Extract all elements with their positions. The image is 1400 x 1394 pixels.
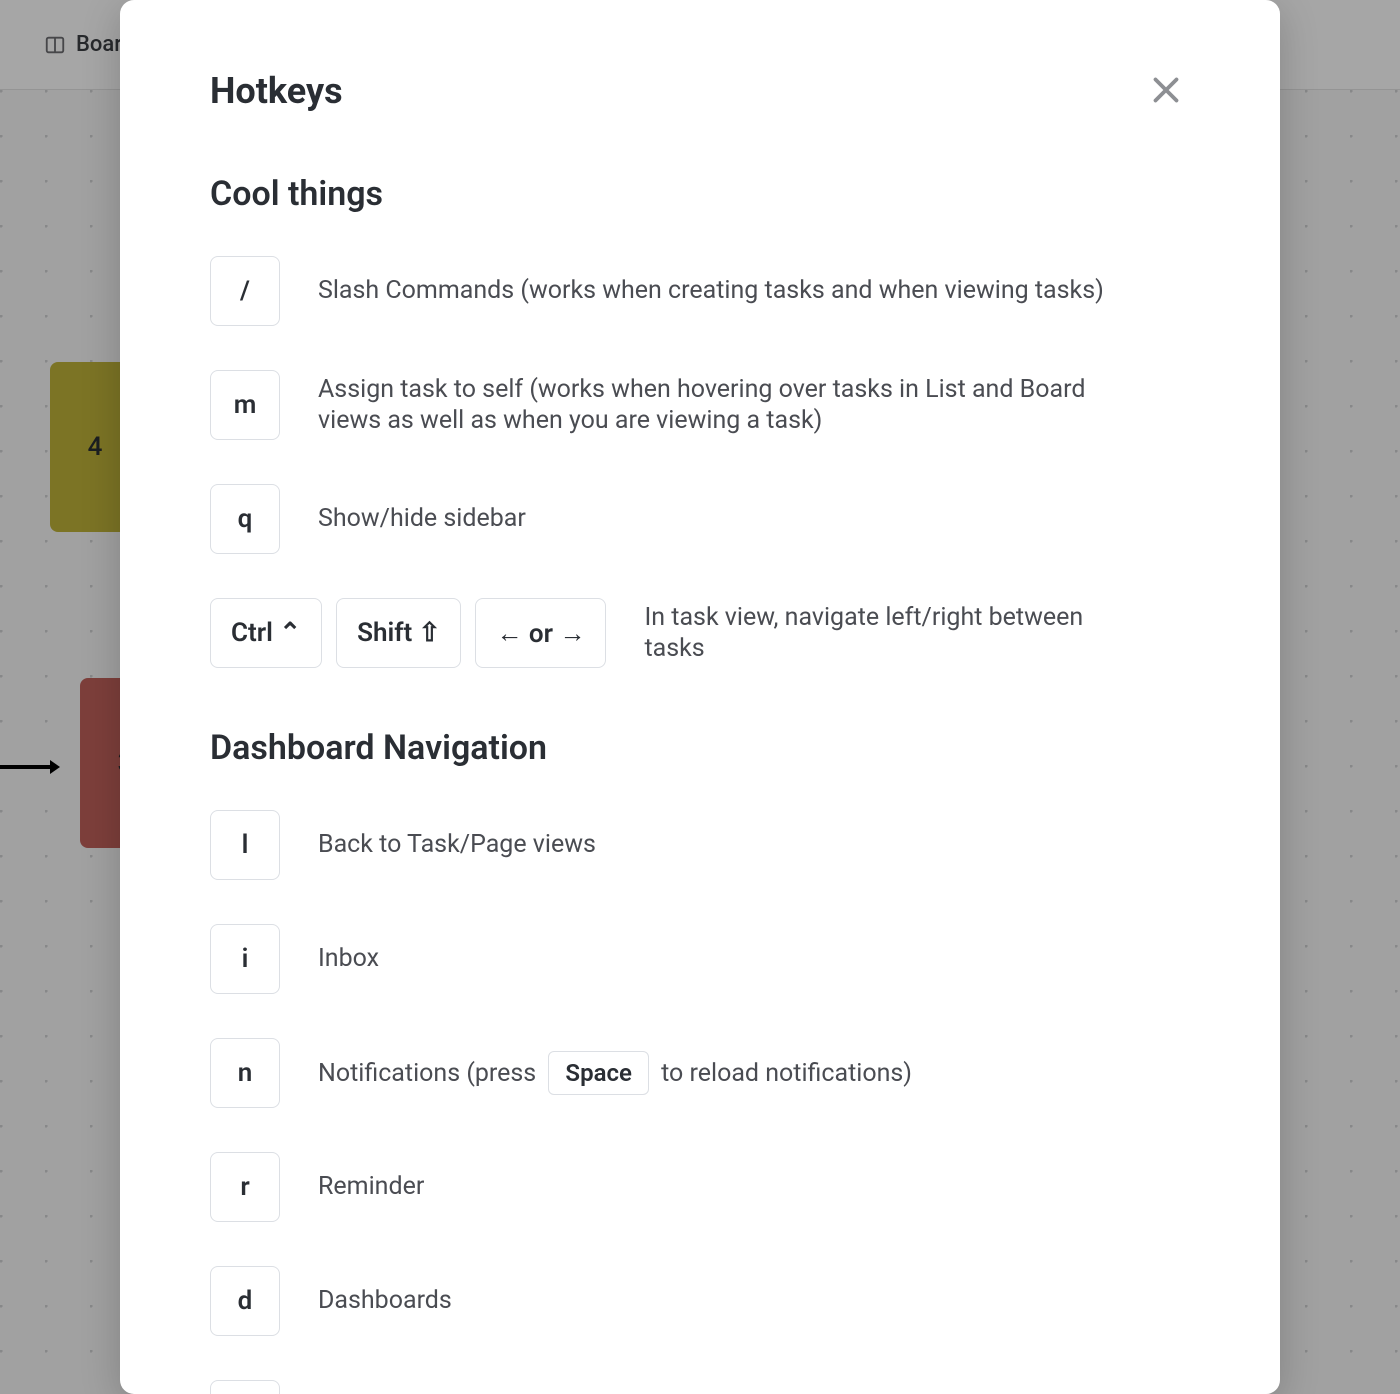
hotkey-desc: Notifications (press Space to reload not… [318, 1051, 1118, 1095]
key: l [210, 810, 280, 880]
hotkey-row: r Reminder [210, 1152, 1190, 1222]
close-button[interactable] [1142, 66, 1190, 114]
key: n [210, 1038, 280, 1108]
key: d [210, 1266, 280, 1336]
hotkey-desc: Inbox [318, 943, 1118, 974]
hotkey-desc-pre: Notifications (press [318, 1059, 536, 1088]
key-shift: Shift ⇧ [336, 598, 461, 668]
hotkey-desc: Back to Task/Page views [318, 829, 1118, 860]
section-title-dashboard-nav: Dashboard Navigation [210, 728, 1190, 768]
key-inline-space: Space [548, 1051, 648, 1095]
close-icon [1148, 72, 1184, 108]
key: s [210, 1380, 280, 1394]
hotkey-row: q Show/hide sidebar [210, 484, 1190, 554]
hotkey-desc: Assign task to self (works when hovering… [318, 374, 1118, 437]
hotkey-row: d Dashboards [210, 1266, 1190, 1336]
hotkey-row: Ctrl ⌃ Shift ⇧ ← or → In task view, navi… [210, 598, 1190, 668]
hotkey-row: i Inbox [210, 924, 1190, 994]
hotkey-desc-post: to reload notifications) [661, 1059, 912, 1088]
key-arrows: ← or → [475, 598, 606, 668]
key: q [210, 484, 280, 554]
hotkey-row: s Open search [210, 1380, 1190, 1394]
key: m [210, 370, 280, 440]
hotkey-desc: In task view, navigate left/right betwee… [644, 602, 1104, 665]
key: r [210, 1152, 280, 1222]
key: i [210, 924, 280, 994]
key-ctrl: Ctrl ⌃ [210, 598, 322, 668]
key: / [210, 256, 280, 326]
hotkey-desc: Slash Commands (works when creating task… [318, 275, 1118, 306]
hotkey-row: l Back to Task/Page views [210, 810, 1190, 880]
hotkey-row: m Assign task to self (works when hoveri… [210, 370, 1190, 440]
hotkey-row: n Notifications (press Space to reload n… [210, 1038, 1190, 1108]
hotkeys-modal: Hotkeys Cool things / Slash Commands (wo… [120, 0, 1280, 1394]
hotkey-desc: Reminder [318, 1171, 1118, 1202]
hotkey-desc: Show/hide sidebar [318, 503, 1118, 534]
hotkey-desc: Dashboards [318, 1285, 1118, 1316]
hotkey-row: / Slash Commands (works when creating ta… [210, 256, 1190, 326]
modal-title: Hotkeys [210, 70, 343, 112]
section-title-cool-things: Cool things [210, 174, 1190, 214]
